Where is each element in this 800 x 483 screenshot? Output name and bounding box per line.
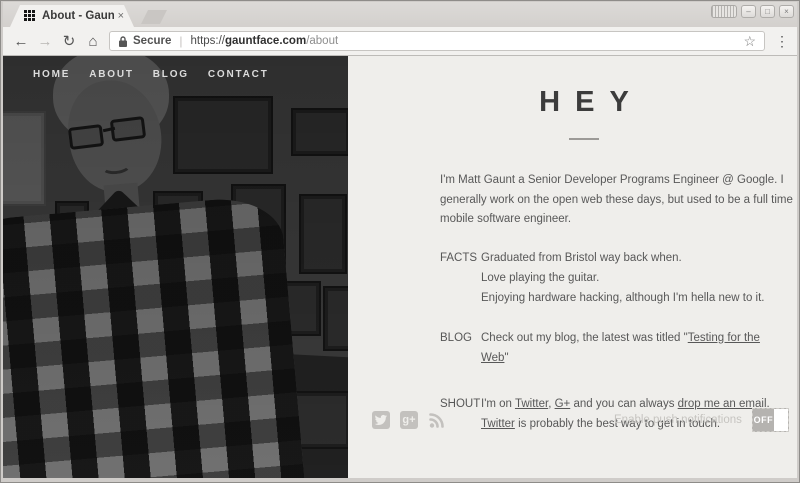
section-line: Love playing the guitar.: [481, 268, 764, 288]
glasses: [110, 116, 146, 142]
site-nav: HOME ABOUT BLOG CONTACT: [33, 69, 269, 80]
tab-close-icon[interactable]: ×: [118, 10, 124, 22]
intro-paragraph: I'm Matt Gaunt a Senior Developer Progra…: [440, 171, 793, 230]
shirt-collar: [87, 188, 161, 261]
maximize-button[interactable]: □: [760, 5, 775, 18]
nav-item-about[interactable]: ABOUT: [89, 69, 134, 80]
url-text[interactable]: https://gauntface.com/about: [190, 35, 737, 47]
neck: [103, 183, 140, 222]
intro-line: I'm Matt Gaunt a Senior Developer Progra…: [440, 171, 793, 191]
site-favicon-icon: [24, 10, 36, 22]
toggle-state-label: OFF: [753, 409, 774, 431]
browser-toolbar: ← → ↻ ⌂ Secure | https://gauntface.com/a…: [3, 27, 797, 56]
browser-menu-icon[interactable]: ⋮: [773, 33, 791, 50]
twitter-icon[interactable]: [372, 411, 390, 429]
tab-title: About - Gaunt Fa: [42, 10, 114, 22]
section-line: Web": [481, 348, 760, 368]
security-label: Secure: [133, 35, 171, 47]
nav-item-home[interactable]: HOME: [33, 69, 70, 80]
info-sections: FACTSGraduated from Bristol way back whe…: [440, 248, 793, 434]
wall-device: [323, 286, 348, 351]
profile-photo: HOME ABOUT BLOG CONTACT: [3, 56, 348, 478]
window-controls: – □ ×: [711, 5, 794, 18]
new-tab-button[interactable]: [141, 10, 167, 24]
reload-icon[interactable]: ↻: [57, 32, 81, 50]
glasses: [68, 124, 104, 150]
section-body: Graduated from Bristol way back when.Lov…: [481, 248, 764, 308]
page-footer: g+ Enable push notifications OFF: [372, 408, 789, 432]
back-icon[interactable]: ←: [9, 33, 33, 50]
section-line: Enjoying hardware hacking, although I'm …: [481, 288, 764, 308]
section-line: Check out my blog, the latest was titled…: [481, 328, 760, 348]
wall-device: [173, 96, 273, 174]
lock-icon: [118, 35, 128, 48]
glasses-bridge: [103, 127, 115, 132]
title-divider: [569, 138, 599, 140]
intro-line: generally work on the open web these day…: [440, 191, 793, 211]
url-path: /about: [306, 35, 338, 47]
face: [63, 75, 168, 197]
toggle-knob[interactable]: [774, 409, 788, 431]
wall-device: [291, 108, 348, 156]
push-toggle[interactable]: OFF: [752, 408, 789, 432]
wall-device: [231, 184, 286, 269]
social-icons: g+: [372, 411, 446, 429]
wall-device: [299, 194, 347, 274]
omnibox-separator: |: [179, 34, 182, 48]
wall-device: [153, 191, 203, 269]
bookmark-star-icon[interactable]: ☆: [743, 33, 756, 50]
about-content: HEY I'm Matt Gaunt a Senior Developer Pr…: [348, 56, 800, 478]
intro-line: mobile software engineer.: [440, 210, 793, 230]
url-host: gauntface.com: [225, 35, 306, 47]
forward-icon[interactable]: →: [33, 33, 57, 50]
person-illustration: [3, 56, 348, 478]
minimize-button[interactable]: –: [741, 5, 756, 18]
wall-device: [271, 391, 348, 449]
inline-link[interactable]: Web: [481, 352, 504, 364]
smile: [100, 156, 132, 175]
wall-device: [3, 111, 46, 206]
push-notifications: Enable push notifications OFF: [614, 408, 789, 432]
titlebar-badge: [711, 5, 737, 18]
plaid-shirt: [3, 194, 305, 478]
gplus-icon[interactable]: g+: [400, 411, 418, 429]
push-label: Enable push notifications: [614, 414, 742, 426]
security-chip[interactable]: Secure: [118, 35, 171, 48]
wall-device: [55, 201, 89, 261]
rss-icon[interactable]: [428, 411, 446, 429]
url-scheme: https://: [190, 35, 225, 47]
browser-tab[interactable]: About - Gaunt Fa ×: [10, 5, 134, 27]
nav-item-blog[interactable]: BLOG: [153, 69, 189, 80]
inline-link[interactable]: Testing for the: [688, 332, 760, 344]
section-label: FACTS: [440, 248, 481, 308]
section-blog: BLOGCheck out my blog, the latest was ti…: [440, 328, 793, 368]
browser-window: About - Gaunt Fa × – □ × ← → ↻ ⌂ Secure: [0, 0, 800, 483]
tab-strip: About - Gaunt Fa × – □ ×: [3, 2, 797, 27]
wall-device: [243, 281, 321, 336]
page-title: HEY: [414, 86, 754, 119]
desk-area: [254, 353, 348, 478]
section-label: BLOG: [440, 328, 481, 368]
page-content: HOME ABOUT BLOG CONTACT HEY I'm Matt Gaunt …: [3, 56, 797, 478]
home-icon[interactable]: ⌂: [81, 33, 105, 50]
section-facts: FACTSGraduated from Bristol way back whe…: [440, 248, 793, 308]
nav-item-contact[interactable]: CONTACT: [208, 69, 269, 80]
section-line: Graduated from Bristol way back when.: [481, 248, 764, 268]
section-body: Check out my blog, the latest was titled…: [481, 328, 760, 368]
close-button[interactable]: ×: [779, 5, 794, 18]
address-bar[interactable]: Secure | https://gauntface.com/about ☆: [109, 31, 765, 51]
